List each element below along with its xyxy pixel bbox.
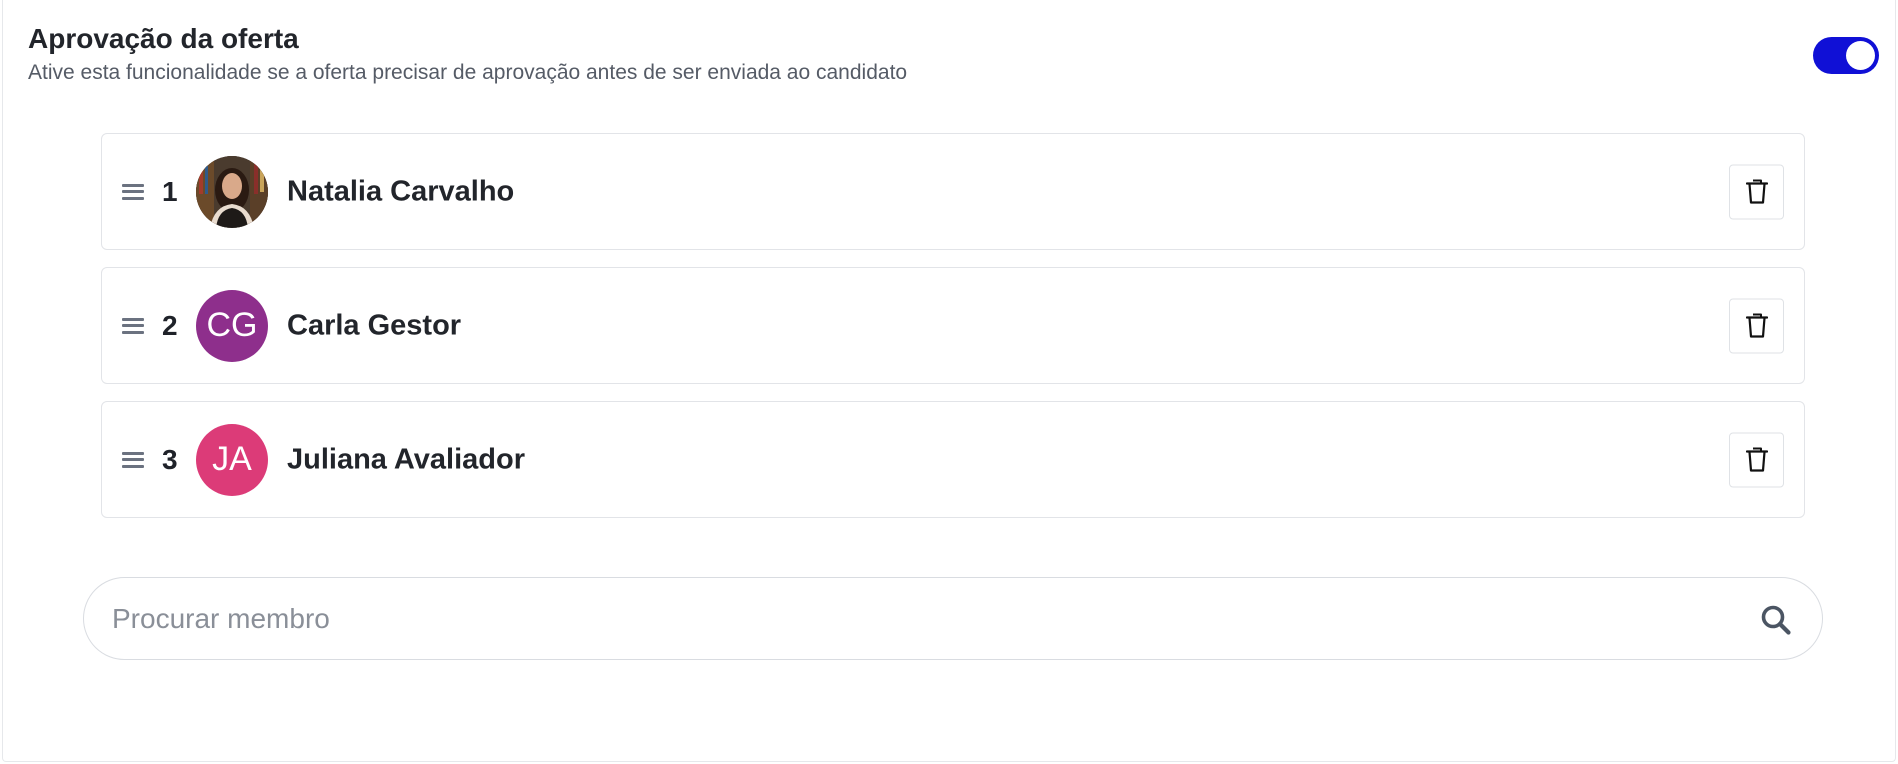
trash-icon	[1745, 313, 1768, 338]
trash-icon	[1745, 447, 1768, 472]
approver-order: 1	[162, 175, 178, 207]
delete-approver-button[interactable]	[1729, 432, 1784, 487]
search-input[interactable]	[112, 578, 1712, 659]
approver-order: 3	[162, 443, 178, 475]
approver-order: 2	[162, 309, 178, 341]
section-subtitle: Ative esta funcionalidade se a oferta pr…	[28, 61, 908, 84]
approver-list: 1 Natalia Carvalho 2 CG Carla Gestor 3 J…	[101, 133, 1805, 535]
approver-name: Carla Gestor	[287, 309, 462, 341]
avatar: JA	[196, 423, 268, 496]
avatar: CG	[196, 289, 268, 362]
drag-handle-icon[interactable]	[122, 317, 144, 334]
drag-handle-icon[interactable]	[122, 183, 144, 200]
member-search	[83, 577, 1823, 660]
search-icon[interactable]	[1760, 604, 1792, 636]
avatar-photo	[196, 155, 268, 228]
offer-approval-panel: Aprovação da oferta Ative esta funcional…	[2, 0, 1896, 762]
approver-row: 1 Natalia Carvalho	[101, 133, 1805, 250]
delete-approver-button[interactable]	[1729, 164, 1784, 219]
delete-approver-button[interactable]	[1729, 298, 1784, 353]
approver-row: 3 JA Juliana Avaliador	[101, 401, 1805, 518]
approver-name: Natalia Carvalho	[287, 175, 515, 207]
avatar	[196, 155, 268, 228]
drag-handle-icon[interactable]	[122, 451, 144, 468]
section-header: Aprovação da oferta Ative esta funcional…	[28, 22, 907, 88]
approval-toggle[interactable]	[1813, 37, 1879, 74]
section-title: Aprovação da oferta	[28, 23, 299, 54]
trash-icon	[1745, 179, 1768, 204]
toggle-knob	[1846, 41, 1875, 70]
approver-row: 2 CG Carla Gestor	[101, 267, 1805, 384]
approver-name: Juliana Avaliador	[287, 443, 525, 475]
